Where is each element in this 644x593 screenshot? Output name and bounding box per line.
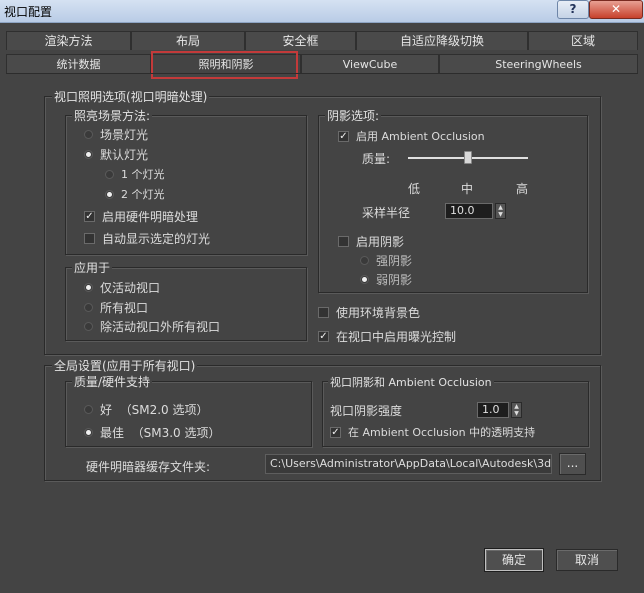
quality-best-option[interactable]: 最佳 （SM3.0 选项）	[84, 424, 221, 441]
tab-divider	[6, 73, 638, 74]
tab-layout[interactable]: 布局	[131, 31, 245, 50]
radio-selected-icon	[84, 428, 93, 437]
illuminate-title: 照亮场景方法:	[72, 107, 153, 124]
radio-icon	[84, 303, 93, 312]
viewport-config-dialog: 视口配置 ? ✕ 渲染方法 布局 安全框 自适应降级切换 区域 统计数据 照明和…	[0, 0, 644, 593]
tab-regions[interactable]: 区域	[528, 31, 638, 50]
soft-shadows-option[interactable]: 弱阴影	[360, 271, 412, 288]
cancel-button[interactable]: 取消	[556, 549, 618, 571]
help-button[interactable]: ?	[557, 0, 589, 19]
browse-button[interactable]: ...	[559, 453, 586, 475]
shadow-options-title: 阴影选项:	[325, 107, 382, 124]
shadow-intensity-label: 视口阴影强度	[330, 404, 403, 418]
quality-best-label: 最佳 （SM3.0 选项）	[100, 426, 221, 440]
scene-lights-option[interactable]: 场景灯光	[84, 126, 148, 143]
shader-cache-label: 硬件明暗器缓存文件夹:	[86, 460, 211, 474]
window-title: 视口配置	[4, 5, 53, 19]
ok-button[interactable]: 确定	[484, 548, 544, 572]
hard-shadows-option[interactable]: 强阴影	[360, 252, 412, 269]
radio-selected-icon	[84, 150, 93, 159]
vp-shadow-title: 视口阴影和 Ambient Occlusion	[328, 374, 494, 390]
tab-row-2: 统计数据 照明和阴影 ViewCube SteeringWheels	[6, 54, 638, 73]
radio-icon	[105, 169, 114, 179]
enable-shadows-checkbox[interactable]: 启用阴影	[338, 233, 404, 250]
default-lights-label: 默认灯光	[100, 148, 149, 162]
two-lights-option[interactable]: 2 个灯光	[105, 186, 165, 202]
enable-shadows-label: 启用阴影	[356, 235, 405, 249]
tab-steeringwheels[interactable]: SteeringWheels	[439, 54, 638, 73]
env-bg-label: 使用环境背景色	[336, 306, 421, 320]
radio-selected-icon	[105, 189, 114, 199]
auto-display-label: 自动显示选定的灯光	[102, 232, 211, 246]
checkbox-empty-icon	[338, 236, 349, 247]
sample-radius-spinner[interactable]: ▲ ▼	[495, 203, 506, 219]
quality-good-label: 好 （SM2.0 选项）	[100, 403, 209, 417]
all-but-active-option[interactable]: 除活动视口外所有视口	[84, 318, 220, 335]
all-viewports-option[interactable]: 所有视口	[84, 299, 148, 316]
all-but-active-label: 除活动视口外所有视口	[100, 320, 221, 334]
exposure-label: 在视口中启用曝光控制	[336, 330, 457, 344]
tab-row-1: 渲染方法 布局 安全框 自适应降级切换 区域	[6, 31, 638, 50]
two-lights-label: 2 个灯光	[121, 188, 165, 201]
ao-transparency-checkbox[interactable]: ✓ 在 Ambient Occlusion 中的透明支持	[330, 424, 535, 440]
quality-good-option[interactable]: 好 （SM2.0 选项）	[84, 401, 209, 418]
checkbox-empty-icon	[84, 233, 95, 244]
hw-shading-checkbox[interactable]: ✓ 启用硬件明暗处理	[84, 208, 198, 225]
auto-display-checkbox[interactable]: 自动显示选定的灯光	[84, 230, 210, 247]
shader-cache-path-field[interactable]: C:\Users\Administrator\AppData\Local\Aut…	[265, 454, 552, 474]
shadow-intensity-field[interactable]: 1.0	[477, 402, 509, 418]
ao-transparency-label: 在 Ambient Occlusion 中的透明支持	[348, 426, 536, 439]
tab-viewcube[interactable]: ViewCube	[301, 54, 439, 73]
radio-icon	[84, 405, 93, 414]
quality-low-label: 低	[408, 182, 421, 196]
exposure-checkbox[interactable]: ✓ 在视口中启用曝光控制	[318, 328, 456, 345]
hw-shading-label: 启用硬件明暗处理	[102, 210, 199, 224]
one-light-option[interactable]: 1 个灯光	[105, 166, 165, 182]
enable-ao-label: 启用 Ambient Occlusion	[356, 130, 485, 143]
radio-selected-icon	[360, 275, 369, 284]
checkmark-icon: ✓	[338, 130, 349, 142]
quality-mid-label: 中	[461, 182, 474, 196]
quality-hw-title: 质量/硬件支持	[72, 373, 153, 390]
checkmark-icon: ✓	[84, 211, 95, 222]
tab-render-method[interactable]: 渲染方法	[6, 31, 131, 50]
global-settings-title: 全局设置(应用于所有视口)	[52, 357, 198, 374]
shadow-intensity-spinner[interactable]: ▲ ▼	[511, 402, 522, 418]
close-button[interactable]: ✕	[589, 0, 643, 19]
tab-adaptive-degradation[interactable]: 自适应降级切换	[356, 31, 528, 50]
viewport-lighting-title: 视口照明选项(视口明暗处理)	[52, 88, 210, 105]
env-bg-checkbox[interactable]: 使用环境背景色	[318, 304, 420, 321]
apply-to-title: 应用于	[72, 259, 113, 276]
active-only-option[interactable]: 仅活动视口	[84, 279, 160, 296]
title-bar: 视口配置 ? ✕	[0, 0, 644, 23]
radio-icon	[360, 256, 369, 265]
sample-radius-field[interactable]: 10.0	[445, 203, 493, 219]
all-viewports-label: 所有视口	[100, 301, 149, 315]
quality-slider-thumb[interactable]	[464, 151, 472, 164]
checkmark-icon: ✓	[318, 331, 329, 342]
checkmark-icon: ✓	[330, 426, 341, 438]
quality-label: 质量:	[362, 152, 391, 166]
checkbox-empty-icon	[318, 307, 329, 318]
default-lights-option[interactable]: 默认灯光	[84, 146, 148, 163]
tab-safe-frames[interactable]: 安全框	[245, 31, 356, 50]
enable-ao-checkbox[interactable]: ✓ 启用 Ambient Occlusion	[338, 128, 485, 144]
tab-statistics[interactable]: 统计数据	[6, 54, 151, 73]
hard-shadows-label: 强阴影	[376, 254, 413, 268]
one-light-label: 1 个灯光	[121, 168, 165, 181]
soft-shadows-label: 弱阴影	[376, 273, 413, 287]
sample-radius-label: 采样半径	[362, 206, 411, 220]
radio-selected-icon	[84, 283, 93, 292]
active-only-label: 仅活动视口	[100, 281, 161, 295]
highlight-box	[151, 51, 298, 79]
quality-high-label: 高	[516, 182, 529, 196]
radio-icon	[84, 322, 93, 331]
scene-lights-label: 场景灯光	[100, 128, 149, 142]
radio-icon	[84, 130, 93, 139]
